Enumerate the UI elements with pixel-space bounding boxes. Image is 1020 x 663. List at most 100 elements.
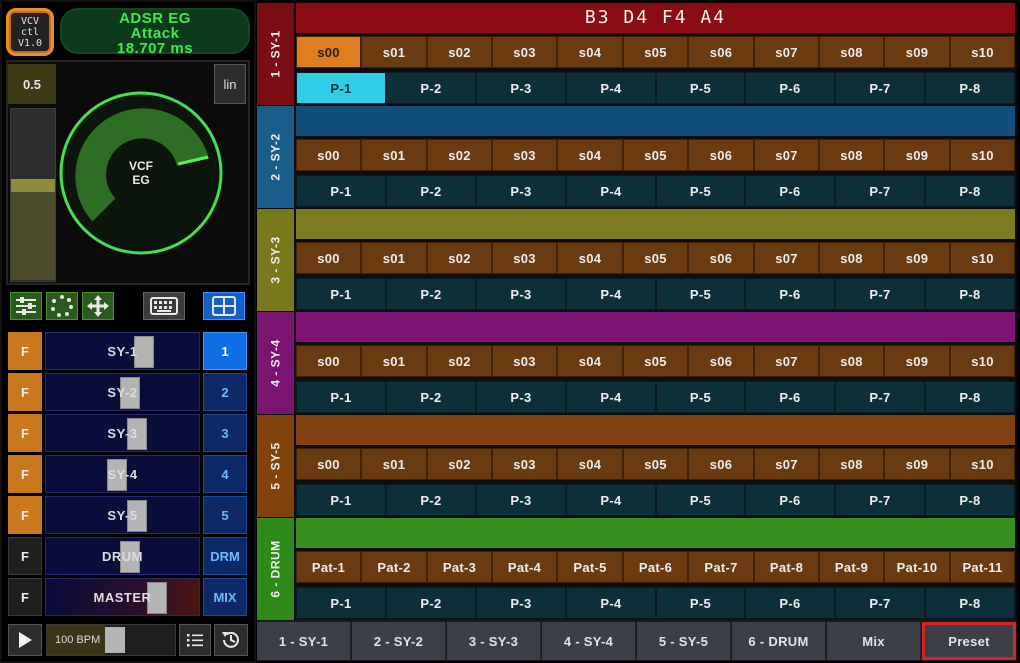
- channel-volume-fader[interactable]: SY-1: [45, 332, 200, 370]
- sequence-cell[interactable]: s07: [754, 139, 819, 171]
- sequence-cell[interactable]: s00: [296, 139, 361, 171]
- sequence-cell[interactable]: s06: [688, 242, 754, 274]
- pattern-cell[interactable]: P-1: [296, 278, 386, 310]
- sequence-cell[interactable]: s01: [361, 36, 427, 68]
- pattern-cell[interactable]: P-5: [656, 484, 745, 516]
- sequence-cell[interactable]: s00: [296, 448, 361, 480]
- pattern-cell[interactable]: P-6: [745, 278, 835, 310]
- tab-3-sy-3[interactable]: 3 - SY-3: [447, 622, 541, 660]
- channel-select-button[interactable]: DRM: [203, 537, 247, 575]
- track-label[interactable]: 2 - SY-2: [257, 106, 294, 208]
- track-label[interactable]: 5 - SY-5: [257, 415, 294, 517]
- sequence-cell[interactable]: s06: [688, 448, 754, 480]
- sequence-cell[interactable]: Pat-11: [950, 551, 1015, 583]
- sequence-cell[interactable]: s08: [819, 36, 884, 68]
- pattern-cell[interactable]: P-7: [835, 72, 925, 104]
- channel-fx-button[interactable]: F: [8, 496, 42, 534]
- channel-select-button[interactable]: 4: [203, 455, 247, 493]
- vcf-eg-knob[interactable]: VCF EG: [56, 88, 226, 258]
- pattern-cell[interactable]: P-7: [835, 175, 925, 207]
- sequence-cell[interactable]: s01: [361, 448, 427, 480]
- track-label[interactable]: 1 - SY-1: [257, 3, 294, 105]
- sequence-cell[interactable]: s05: [623, 345, 688, 377]
- channel-fx-button[interactable]: F: [8, 414, 42, 452]
- sequence-cell[interactable]: s03: [492, 345, 557, 377]
- sequence-cell[interactable]: s06: [688, 345, 754, 377]
- pattern-cell[interactable]: P-2: [386, 72, 476, 104]
- pattern-cell[interactable]: P-8: [925, 587, 1015, 619]
- pattern-cell[interactable]: P-1: [296, 175, 386, 207]
- sequence-cell[interactable]: s10: [950, 36, 1015, 68]
- sequence-cell[interactable]: s10: [950, 242, 1015, 274]
- sequence-cell[interactable]: s04: [557, 242, 623, 274]
- channel-volume-fader[interactable]: SY-2: [45, 373, 200, 411]
- sequence-cell[interactable]: s05: [623, 448, 688, 480]
- channel-fx-button[interactable]: F: [8, 373, 42, 411]
- sequence-cell[interactable]: s00: [296, 345, 361, 377]
- sequence-cell[interactable]: s07: [754, 242, 819, 274]
- pattern-cell[interactable]: P-6: [745, 381, 835, 413]
- track-label[interactable]: 4 - SY-4: [257, 312, 294, 414]
- pattern-cell[interactable]: P-6: [745, 484, 835, 516]
- tab-2-sy-2[interactable]: 2 - SY-2: [352, 622, 446, 660]
- sequence-cell[interactable]: s01: [361, 345, 427, 377]
- tab-4-sy-4[interactable]: 4 - SY-4: [542, 622, 636, 660]
- sequence-cell[interactable]: s00: [296, 36, 361, 68]
- pattern-cell[interactable]: P-8: [925, 175, 1015, 207]
- play-button[interactable]: [8, 624, 42, 656]
- pattern-cell[interactable]: P-6: [745, 72, 835, 104]
- sequence-cell[interactable]: s04: [557, 36, 623, 68]
- sequence-cell[interactable]: s10: [950, 345, 1015, 377]
- tab-mix[interactable]: Mix: [827, 622, 921, 660]
- sequence-cell[interactable]: s01: [361, 242, 427, 274]
- channel-select-button[interactable]: 2: [203, 373, 247, 411]
- pattern-cell[interactable]: P-3: [476, 175, 566, 207]
- sequence-cell[interactable]: s00: [296, 242, 361, 274]
- move-arrows-icon[interactable]: [82, 292, 114, 320]
- history-button[interactable]: [214, 624, 248, 656]
- sequence-cell[interactable]: s09: [884, 36, 950, 68]
- sequence-cell[interactable]: Pat-8: [754, 551, 819, 583]
- pattern-cell[interactable]: P-5: [656, 175, 745, 207]
- pattern-cell[interactable]: P-1: [296, 72, 386, 104]
- channel-select-button[interactable]: 3: [203, 414, 247, 452]
- sequence-cell[interactable]: Pat-6: [623, 551, 688, 583]
- sequence-cell[interactable]: s06: [688, 36, 754, 68]
- pattern-cell[interactable]: P-1: [296, 381, 386, 413]
- sequence-cell[interactable]: s09: [884, 448, 950, 480]
- sequence-cell[interactable]: s03: [492, 36, 557, 68]
- pattern-cell[interactable]: P-7: [835, 484, 925, 516]
- channel-select-button[interactable]: MIX: [203, 578, 247, 616]
- pattern-cell[interactable]: P-7: [835, 381, 925, 413]
- pattern-cell[interactable]: P-1: [296, 587, 386, 619]
- sequence-cell[interactable]: Pat-3: [427, 551, 492, 583]
- pattern-cell[interactable]: P-5: [656, 381, 745, 413]
- channel-volume-fader[interactable]: SY-5: [45, 496, 200, 534]
- value-slider-handle[interactable]: [11, 179, 55, 192]
- sequence-cell[interactable]: s07: [754, 345, 819, 377]
- pattern-cell[interactable]: P-5: [656, 278, 745, 310]
- channel-volume-fader[interactable]: MASTER: [45, 578, 200, 616]
- pattern-cell[interactable]: P-2: [386, 175, 476, 207]
- channel-fx-button[interactable]: F: [8, 537, 42, 575]
- pattern-cell[interactable]: P-5: [656, 72, 745, 104]
- sequence-cell[interactable]: Pat-2: [361, 551, 427, 583]
- dots-circle-icon[interactable]: [46, 292, 78, 320]
- sequence-cell[interactable]: s01: [361, 139, 427, 171]
- sequence-cell[interactable]: s05: [623, 242, 688, 274]
- pattern-cell[interactable]: P-4: [566, 175, 656, 207]
- sequence-cell[interactable]: s03: [492, 242, 557, 274]
- channel-fx-button[interactable]: F: [8, 455, 42, 493]
- sequence-cell[interactable]: s02: [427, 36, 492, 68]
- sequence-cell[interactable]: Pat-9: [819, 551, 884, 583]
- sequence-cell[interactable]: Pat-5: [557, 551, 623, 583]
- pattern-cell[interactable]: P-2: [386, 484, 476, 516]
- vcv-ctl-logo-button[interactable]: VCV ctl V1.0: [6, 8, 54, 56]
- pattern-cell[interactable]: P-6: [745, 175, 835, 207]
- pattern-cell[interactable]: P-8: [925, 381, 1015, 413]
- sequence-cell[interactable]: s08: [819, 139, 884, 171]
- pattern-cell[interactable]: P-1: [296, 484, 386, 516]
- sequence-cell[interactable]: s08: [819, 448, 884, 480]
- sequence-cell[interactable]: s09: [884, 139, 950, 171]
- pattern-cell[interactable]: P-3: [476, 278, 566, 310]
